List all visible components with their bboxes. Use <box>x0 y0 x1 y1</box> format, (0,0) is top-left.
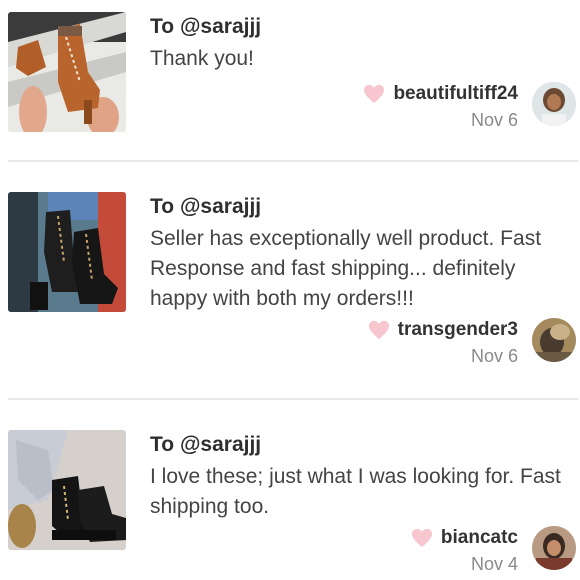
reviewer-username[interactable]: transgender3 <box>398 319 518 341</box>
review-date: Nov 6 <box>470 110 518 130</box>
divider <box>8 160 578 162</box>
review-item: To @sarajjj Seller has exceptionally wel… <box>0 192 580 398</box>
reviewer-username[interactable]: biancatc <box>441 527 518 549</box>
to-prefix: To <box>150 433 180 456</box>
reviewer-avatar[interactable] <box>532 318 576 362</box>
review-message: Thank you! <box>150 47 254 70</box>
reviewer-username[interactable]: beautifultiff24 <box>393 83 518 105</box>
reviewer-avatar[interactable] <box>532 526 576 570</box>
review-message: Seller has exceptionally well product. F… <box>150 227 542 310</box>
review-recipient: To @sarajjj <box>150 195 261 219</box>
heart-icon <box>364 84 385 104</box>
to-prefix: To <box>150 195 180 218</box>
review-recipient: To @sarajjj <box>150 433 261 457</box>
review-date: Nov 6 <box>470 346 518 366</box>
review-item: To @sarajjj Thank you! beautifultiff24 N… <box>0 12 580 160</box>
review-meta: biancatc Nov 4 <box>411 526 518 575</box>
review-message: I love these; just what I was looking fo… <box>150 465 561 518</box>
product-thumbnail[interactable] <box>8 192 126 312</box>
recipient-handle[interactable]: @sarajjj <box>180 15 261 38</box>
product-thumbnail[interactable] <box>8 12 126 132</box>
recipient-handle[interactable]: @sarajjj <box>180 195 261 218</box>
review-meta: beautifultiff24 Nov 6 <box>363 82 518 131</box>
review-meta: transgender3 Nov 6 <box>368 318 518 367</box>
reviewer-avatar[interactable] <box>532 82 576 126</box>
review-recipient: To @sarajjj <box>150 15 261 39</box>
review-date: Nov 4 <box>470 554 518 574</box>
recipient-handle[interactable]: @sarajjj <box>180 433 261 456</box>
heart-icon <box>368 320 389 340</box>
product-thumbnail[interactable] <box>8 430 126 550</box>
review-item: To @sarajjj I love these; just what I wa… <box>0 430 580 580</box>
divider <box>8 398 578 400</box>
to-prefix: To <box>150 15 180 38</box>
heart-icon <box>411 528 432 548</box>
